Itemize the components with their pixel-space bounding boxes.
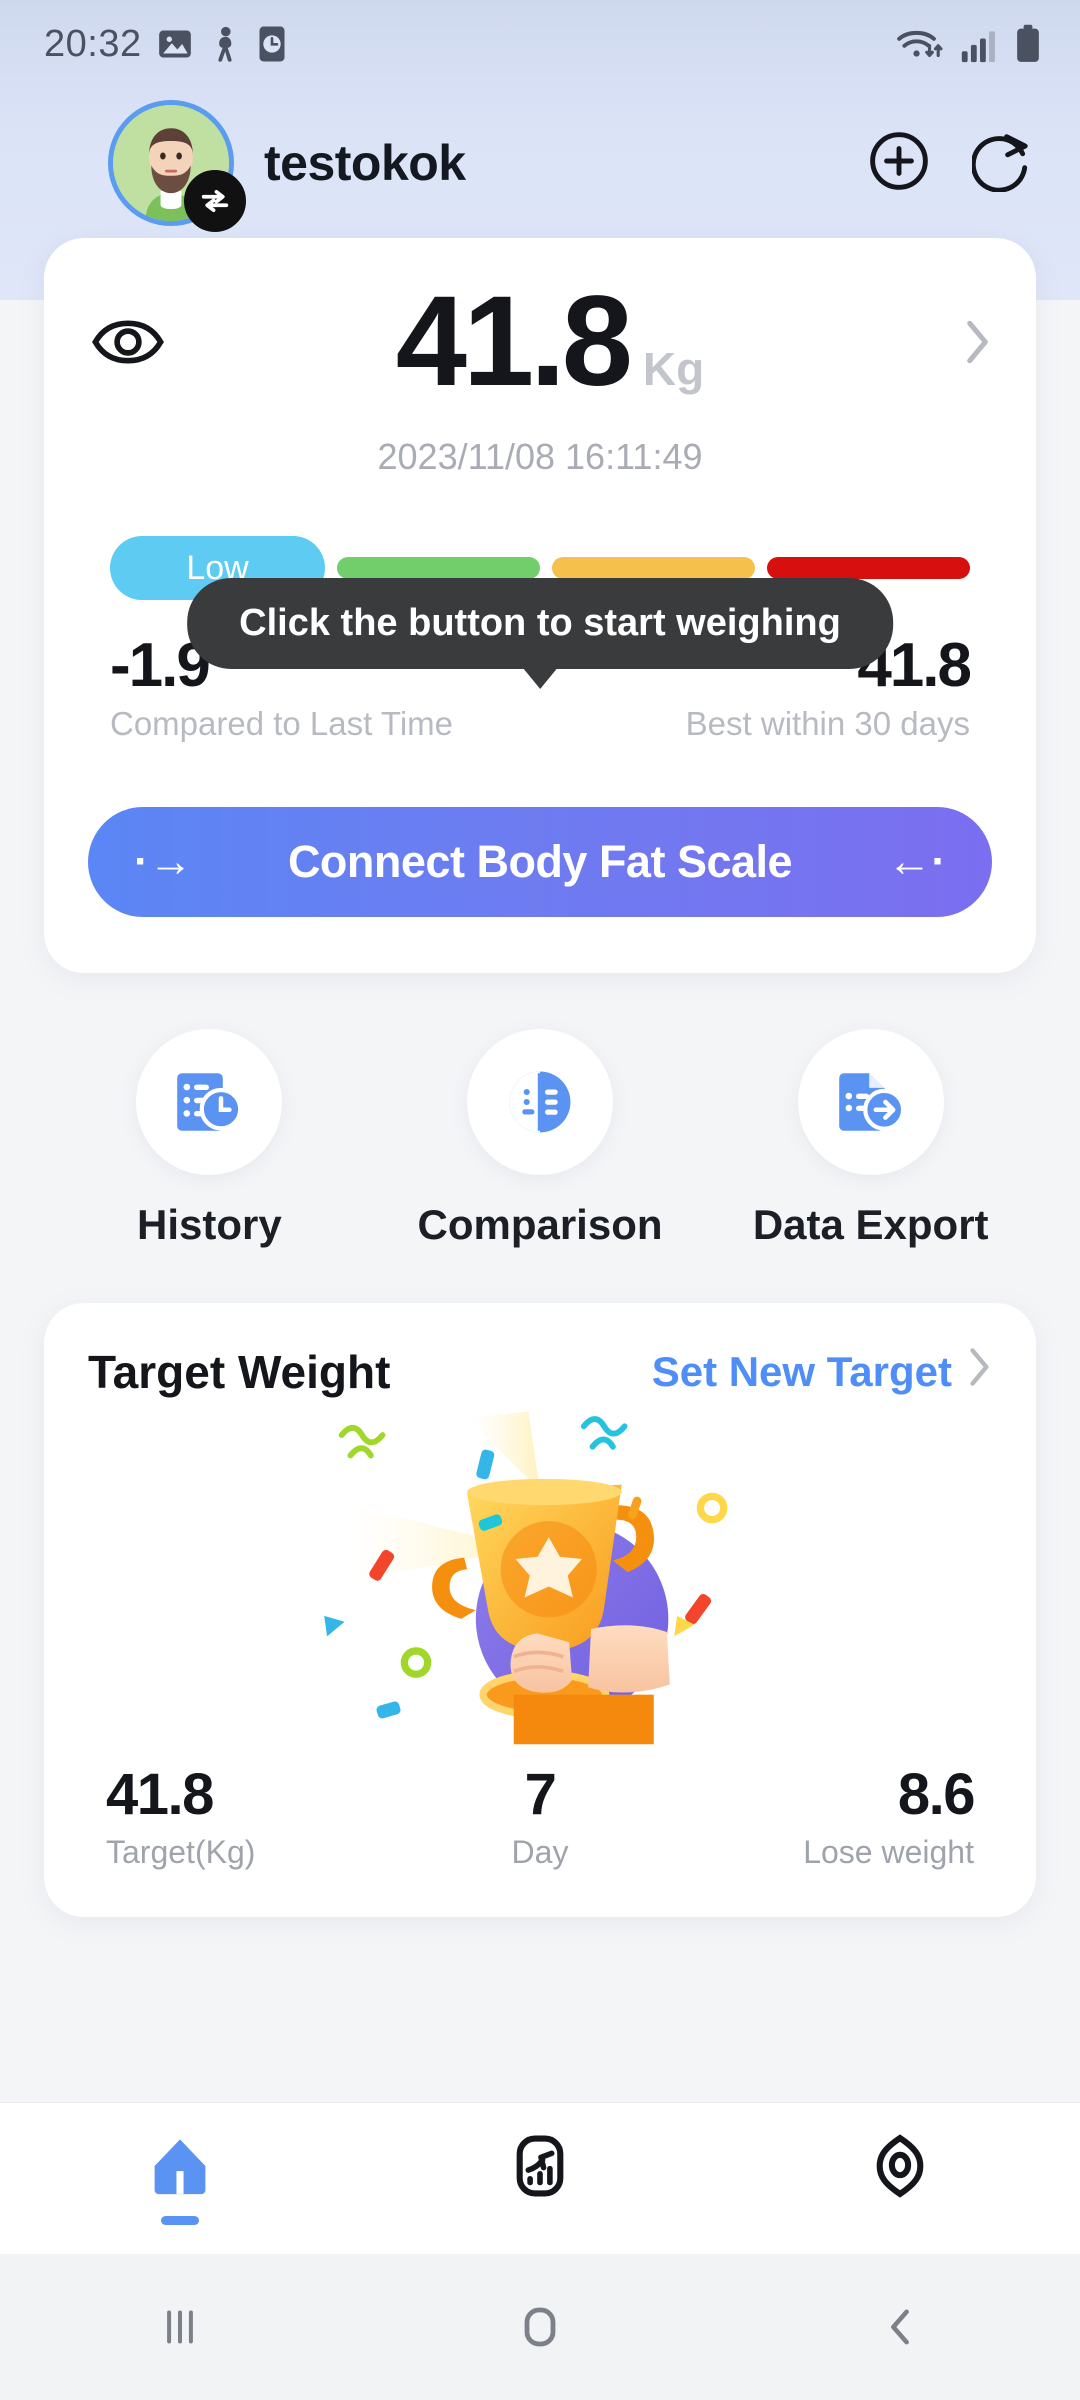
home-icon xyxy=(147,2133,213,2204)
wifi-icon xyxy=(894,23,946,65)
quick-actions-row: History Comparison Data Export xyxy=(44,1029,1036,1249)
eye-icon[interactable] xyxy=(88,316,168,368)
status-bar-clock: 20:32 xyxy=(44,22,142,65)
switch-account-icon[interactable] xyxy=(184,170,246,232)
quick-action-label: Data Export xyxy=(752,1201,989,1249)
bmi-segment-normal xyxy=(337,557,540,579)
comparison-split-circle-icon xyxy=(467,1029,613,1176)
target-stat-target: 41.8 Target(Kg) xyxy=(106,1761,395,1871)
target-stat-value: 8.6 xyxy=(897,1762,976,1828)
target-stat-value: 41.8 xyxy=(106,1762,214,1828)
connect-button-label: Connect Body Fat Scale xyxy=(287,836,793,888)
system-navigation-bar xyxy=(0,2254,1080,2400)
connect-body-fat-scale-button[interactable]: ·→ Connect Body Fat Scale ←· xyxy=(88,807,992,918)
target-stat-label: Lose weight xyxy=(803,1834,974,1871)
weighing-tooltip: Click the button to start weighing xyxy=(187,578,893,689)
set-new-target-label: Set New Target xyxy=(651,1348,952,1396)
target-stat-day: 7 Day xyxy=(395,1761,684,1871)
nav-active-indicator xyxy=(161,2215,199,2225)
avatar[interactable] xyxy=(108,100,246,232)
quick-action-data-export[interactable]: Data Export xyxy=(705,1029,1036,1249)
nav-item-home[interactable] xyxy=(0,2133,360,2225)
arrow-left-icon: ←· xyxy=(887,837,946,887)
bmi-segment-obese xyxy=(767,557,970,579)
recents-icon[interactable] xyxy=(0,2305,360,2349)
app-header: testokok xyxy=(0,88,1080,238)
quick-action-label: History xyxy=(136,1201,282,1249)
nav-active-indicator xyxy=(521,2216,559,2225)
home-square-icon[interactable] xyxy=(360,2303,720,2351)
chevron-right-icon[interactable] xyxy=(932,317,992,367)
nav-item-chart[interactable] xyxy=(360,2133,720,2225)
target-stat-value: 7 xyxy=(524,1762,557,1828)
trophy-celebration-illustration xyxy=(88,1403,992,1753)
weight-row: 41.8 Kg xyxy=(44,278,1036,406)
nav-active-indicator xyxy=(881,2216,919,2225)
username-label: testokok xyxy=(264,135,466,191)
target-card-title: Target Weight xyxy=(88,1346,391,1399)
chart-trending-icon xyxy=(507,2133,573,2204)
arrow-right-icon: ·→ xyxy=(134,837,193,887)
image-icon xyxy=(156,25,194,63)
signal-icon xyxy=(960,24,1000,64)
weight-unit: Kg xyxy=(642,343,705,395)
stat-label: Best within 30 days xyxy=(685,705,970,743)
status-bar-left: 20:32 xyxy=(44,23,288,66)
set-new-target-link[interactable]: Set New Target xyxy=(652,1345,992,1399)
data-export-document-arrow-icon xyxy=(797,1029,944,1176)
app-screen: 20:32 testokok 41.8 Kg 2023/11/08 16:11:… xyxy=(0,0,1080,2400)
target-stat-label: Day xyxy=(511,1834,569,1871)
weight-value-group: 41.8 Kg xyxy=(168,278,932,406)
history-document-clock-icon xyxy=(136,1029,283,1176)
quick-action-history[interactable]: History xyxy=(44,1029,375,1249)
header-actions xyxy=(868,130,1034,197)
person-icon xyxy=(208,25,242,63)
main-content: 41.8 Kg 2023/11/08 16:11:49 Low -1.9 Com… xyxy=(0,238,1080,2400)
target-stat-lose-weight: 8.6 Lose weight xyxy=(685,1761,976,1871)
stat-label: Compared to Last Time xyxy=(110,705,453,743)
refresh-circle-icon[interactable] xyxy=(970,130,1034,197)
back-chevron-icon[interactable] xyxy=(720,2303,1080,2351)
chevron-right-icon xyxy=(966,1345,992,1399)
clock-icon xyxy=(256,24,288,64)
target-card-header: Target Weight Set New Target xyxy=(88,1345,992,1399)
bottom-navigation xyxy=(0,2102,1080,2254)
plus-circle-icon[interactable] xyxy=(868,130,930,197)
bmi-segment-overweight xyxy=(552,557,755,579)
quick-action-label: Comparison xyxy=(417,1201,663,1249)
status-bar-right xyxy=(894,23,1042,65)
weight-timestamp: 2023/11/08 16:11:49 xyxy=(377,436,703,477)
target-stats-row: 41.8 Target(Kg) 7 Day 8.6 Lose weight xyxy=(88,1761,992,1871)
target-weight-card: Target Weight Set New Target 41.8 Target… xyxy=(44,1303,1036,1918)
nav-item-settings[interactable] xyxy=(720,2133,1080,2225)
battery-icon xyxy=(1014,23,1042,65)
status-bar: 20:32 xyxy=(0,0,1080,88)
settings-hexagon-icon xyxy=(867,2133,933,2204)
target-stat-label: Target(Kg) xyxy=(106,1834,256,1871)
weight-value: 41.8 xyxy=(395,270,633,413)
quick-action-comparison[interactable]: Comparison xyxy=(375,1029,706,1249)
